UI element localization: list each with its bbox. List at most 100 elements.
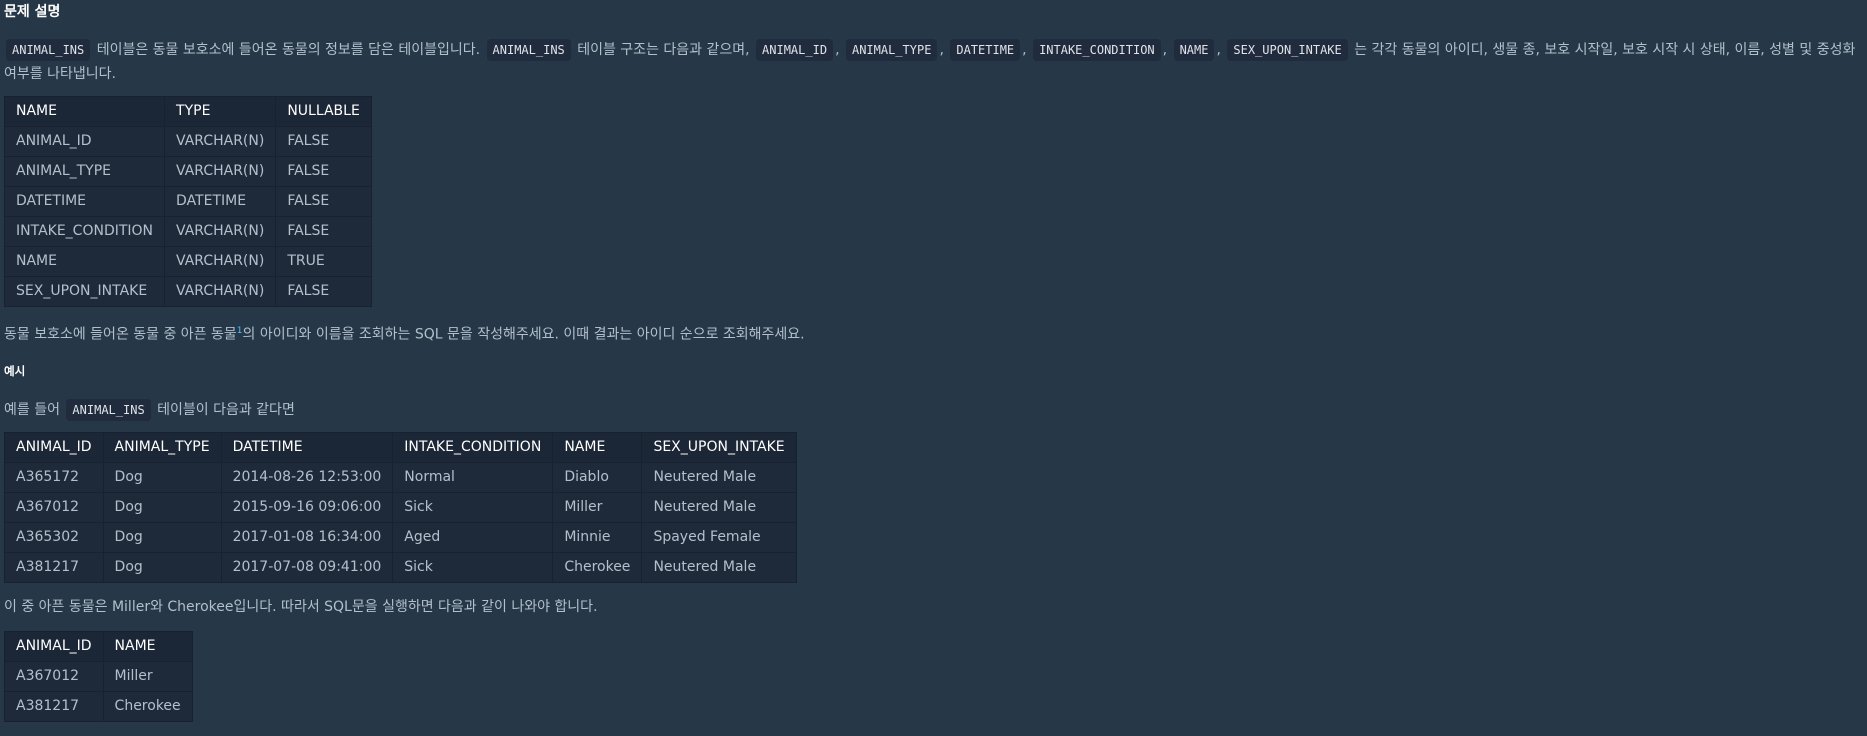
table-cell: VARCHAR(N) xyxy=(164,276,277,307)
table-cell: DATETIME xyxy=(3,186,166,217)
code-datetime: DATETIME xyxy=(950,39,1021,61)
schema-table: NAME TYPE NULLABLE ANIMAL_ID VARCHAR(N) FALSE… xyxy=(3,96,372,307)
problem-description: 문제 설명 ANIMAL_INS 테이블은 동물 보호소에 들어온 동물의 정보… xyxy=(3,0,1864,723)
table-cell: FALSE xyxy=(275,126,372,157)
table-cell: TRUE xyxy=(275,246,372,277)
table-row: A367012 Miller xyxy=(4,661,193,693)
table-cell: FALSE xyxy=(275,186,372,217)
desc-text: 테이블 구조는 다음과 같으며, xyxy=(572,42,755,58)
table-cell: Normal xyxy=(392,462,554,494)
table-cell: Miller xyxy=(552,492,643,524)
table-cell: ANIMAL_TYPE xyxy=(3,156,166,187)
table-cell: Neutered Male xyxy=(641,492,797,524)
table-row: A381217 Cherokee xyxy=(4,691,193,723)
table-row: A365302 Dog 2017-01-08 16:34:00 Aged Minnie S… xyxy=(4,522,797,554)
column-header: NULLABLE xyxy=(275,96,372,127)
desc-text: 테이블은 동물 보호소에 들어온 동물의 정보를 담은 테이블입니다. xyxy=(92,42,485,58)
table-cell: Miller xyxy=(102,661,193,693)
intro-text: 테이블이 다음과 같다면 xyxy=(152,402,295,419)
separator: , xyxy=(835,42,844,58)
table-row: ANIMAL_ID VARCHAR(N) FALSE xyxy=(3,126,372,157)
example-title: 예시 xyxy=(4,363,26,378)
example-intro: 예를 들어 ANIMAL_INS 테이블이 다음과 같다면 xyxy=(4,398,1864,422)
table-cell: 2015-09-16 09:06:00 xyxy=(220,492,394,524)
table-cell: Minnie xyxy=(552,522,643,554)
separator: , xyxy=(1162,42,1172,58)
table-cell: Dog xyxy=(102,492,222,524)
table-cell: 2017-07-08 09:41:00 xyxy=(220,552,394,584)
code-animal-ins: ANIMAL_INS xyxy=(486,39,571,61)
table-cell: Dog xyxy=(102,552,222,584)
table-cell: A367012 xyxy=(4,661,104,693)
table-cell: FALSE xyxy=(275,156,372,187)
table-cell: A365302 xyxy=(4,522,104,554)
column-header: INTAKE_CONDITION xyxy=(392,432,554,464)
table-row: INTAKE_CONDITION VARCHAR(N) FALSE xyxy=(3,216,372,247)
table-cell: FALSE xyxy=(275,216,372,247)
code-name: NAME xyxy=(1173,39,1215,61)
column-header: SEX_UPON_INTAKE xyxy=(641,432,797,464)
table-cell: 2014-08-26 12:53:00 xyxy=(220,462,394,494)
table-row: DATETIME DATETIME FALSE xyxy=(3,186,372,217)
code-intake-condition: INTAKE_CONDITION xyxy=(1033,39,1161,61)
table-cell: Neutered Male xyxy=(641,462,797,494)
example-table: ANIMAL_ID ANIMAL_TYPE DATETIME INTAKE_CONDI… xyxy=(4,432,797,584)
table-cell: A365172 xyxy=(4,462,104,494)
separator: , xyxy=(1216,42,1226,58)
description-paragraph: ANIMAL_INS 테이블은 동물 보호소에 들어온 동물의 정보를 담은 테… xyxy=(4,38,1864,86)
table-cell: VARCHAR(N) xyxy=(164,126,277,157)
column-header: ANIMAL_ID xyxy=(4,631,104,663)
table-cell: Aged xyxy=(392,522,554,554)
task-text: 의 아이디와 이름을 조회하는 SQL 문을 작성해주세요. 이때 결과는 아이… xyxy=(242,326,805,343)
code-sex-upon-intake: SEX_UPON_INTAKE xyxy=(1227,39,1348,61)
column-header: ANIMAL_TYPE xyxy=(102,432,222,464)
table-cell: 2017-01-08 16:34:00 xyxy=(220,522,394,554)
table-row: A365172 Dog 2014-08-26 12:53:00 Normal Diabl… xyxy=(4,462,797,494)
task-paragraph: 동물 보호소에 들어온 동물 중 아픈 동물1의 아이디와 이름을 조회하는 S… xyxy=(4,319,1864,347)
table-cell: FALSE xyxy=(275,276,372,307)
column-header: NAME xyxy=(102,631,193,663)
separator: , xyxy=(939,42,949,58)
column-header: ANIMAL_ID xyxy=(4,432,104,464)
column-header: TYPE xyxy=(164,96,277,127)
table-row: ANIMAL_TYPE VARCHAR(N) FALSE xyxy=(3,156,372,187)
table-cell: Dog xyxy=(102,522,222,554)
table-row: SEX_UPON_INTAKE VARCHAR(N) FALSE xyxy=(3,276,372,307)
table-cell: Diablo xyxy=(552,462,643,494)
separator: , xyxy=(1022,42,1032,58)
column-header: NAME xyxy=(552,432,643,464)
table-cell: DATETIME xyxy=(164,186,277,217)
table-header-row: ANIMAL_ID NAME xyxy=(4,631,193,663)
section-title: 문제 설명 xyxy=(4,4,61,20)
table-header-row: ANIMAL_ID ANIMAL_TYPE DATETIME INTAKE_CONDI… xyxy=(4,432,797,464)
table-row: A381217 Dog 2017-07-08 09:41:00 Sick Cheroke… xyxy=(4,552,797,584)
table-cell: A381217 xyxy=(4,552,104,584)
code-animal-ins: ANIMAL_INS xyxy=(66,399,151,422)
table-cell: Spayed Female xyxy=(641,522,797,554)
column-header: NAME xyxy=(3,96,166,127)
code-animal-ins: ANIMAL_INS xyxy=(6,39,91,61)
result-intro: 이 중 아픈 동물은 Miller와 Cherokee입니다. 따라서 SQL문… xyxy=(4,599,598,616)
table-row: A367012 Dog 2015-09-16 09:06:00 Sick Miller N… xyxy=(4,492,797,524)
table-cell: NAME xyxy=(3,246,166,277)
table-cell: VARCHAR(N) xyxy=(164,246,277,277)
table-cell: VARCHAR(N) xyxy=(164,156,277,187)
code-animal-type: ANIMAL_TYPE xyxy=(845,39,938,61)
table-cell: A381217 xyxy=(4,691,104,723)
table-cell: Cherokee xyxy=(552,552,643,584)
table-cell: A367012 xyxy=(4,492,104,524)
column-header: DATETIME xyxy=(220,432,394,464)
table-cell: Sick xyxy=(392,492,554,524)
table-cell: Dog xyxy=(102,462,222,494)
task-text: 동물 보호소에 들어온 동물 중 아픈 동물 xyxy=(4,326,237,343)
intro-text: 예를 들어 xyxy=(4,402,65,419)
table-header-row: NAME TYPE NULLABLE xyxy=(3,96,372,127)
table-row: NAME VARCHAR(N) TRUE xyxy=(3,246,372,277)
result-table: ANIMAL_ID NAME A367012 Miller A381217 Cheroke… xyxy=(4,631,193,723)
table-cell: ANIMAL_ID xyxy=(3,126,166,157)
table-cell: Cherokee xyxy=(102,691,193,723)
table-cell: Neutered Male xyxy=(641,552,797,584)
table-cell: INTAKE_CONDITION xyxy=(3,216,166,247)
table-cell: SEX_UPON_INTAKE xyxy=(3,276,166,307)
code-animal-id: ANIMAL_ID xyxy=(756,39,834,61)
